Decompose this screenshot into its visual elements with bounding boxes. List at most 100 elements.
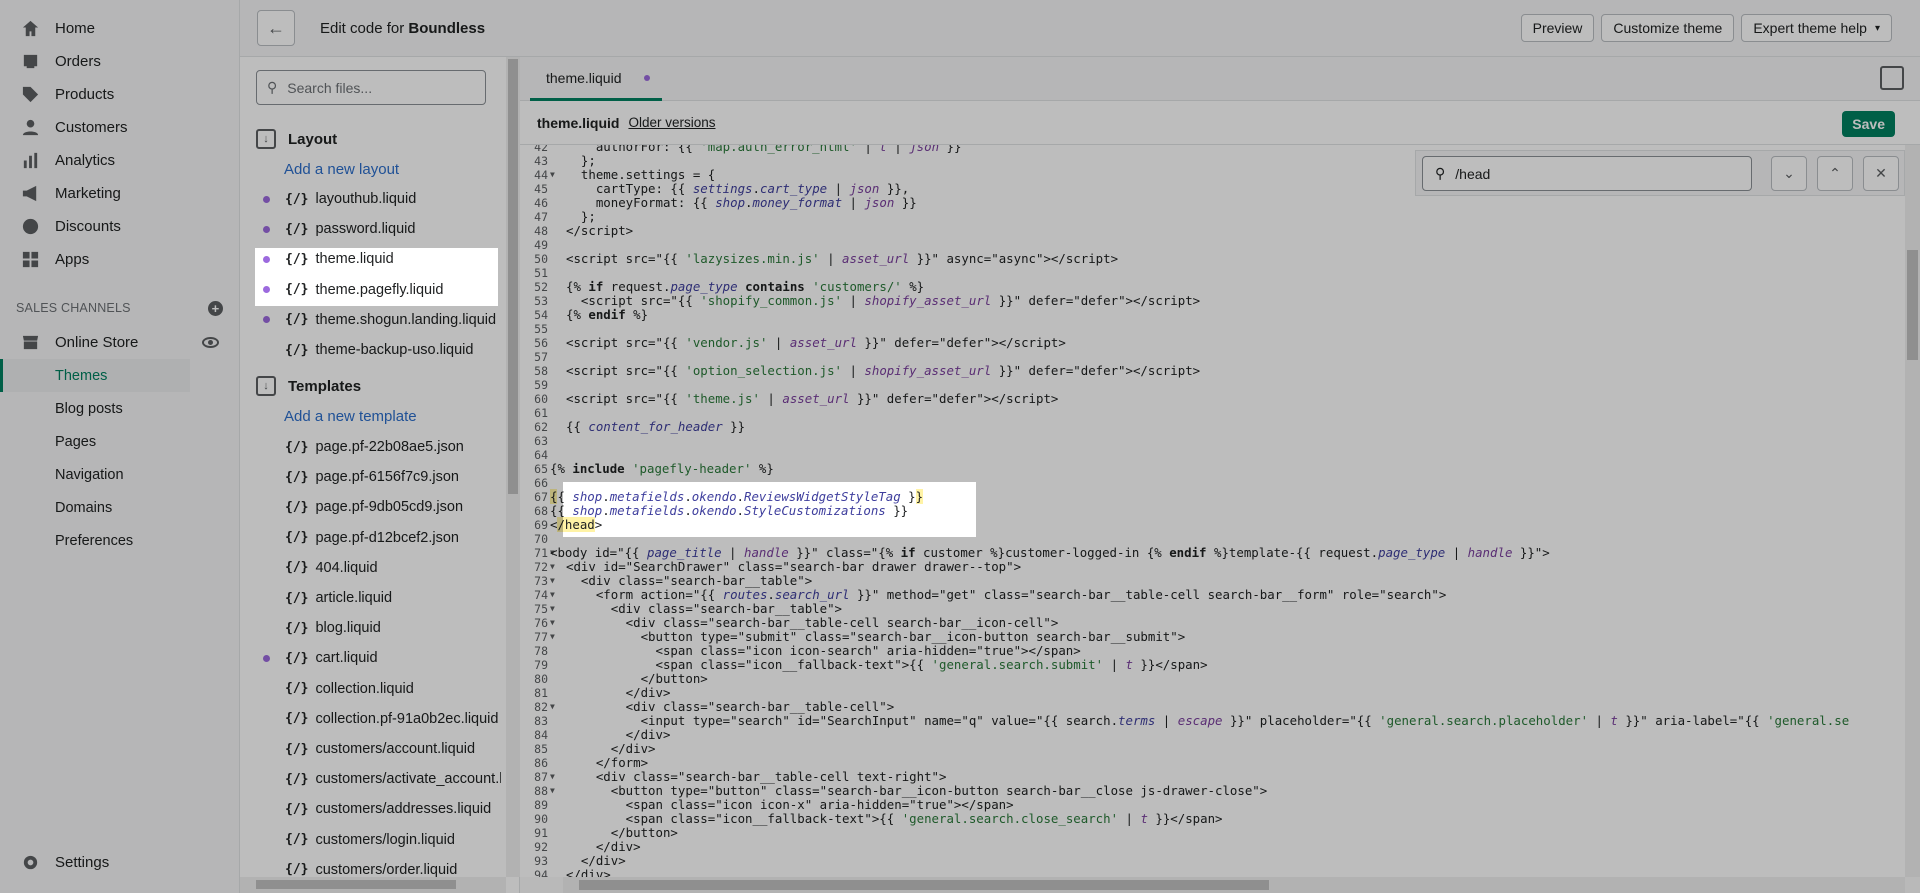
back-button[interactable]: ← bbox=[257, 10, 295, 46]
file-item[interactable]: {/} customers/addresses.liquid bbox=[256, 794, 501, 824]
nav-sub-navigation[interactable]: Navigation bbox=[0, 458, 239, 491]
fold-arrow-icon[interactable]: ▼ bbox=[550, 560, 555, 574]
file-item[interactable]: {/} customers/account.liquid bbox=[256, 734, 501, 764]
admin-sidebar: Home Orders Products Customers Analytics Mark… bbox=[0, 0, 240, 893]
fold-arrow-icon[interactable]: ▼ bbox=[550, 700, 555, 714]
store-icon bbox=[20, 333, 40, 353]
nav-sub-preferences[interactable]: Preferences bbox=[0, 524, 239, 557]
file-name: collection.liquid bbox=[315, 680, 414, 697]
nav-analytics[interactable]: Analytics bbox=[0, 144, 239, 177]
fold-arrow-icon[interactable]: ▼ bbox=[550, 574, 555, 588]
nav-sub-themes[interactable]: Themes bbox=[0, 359, 190, 392]
line-number: 44 bbox=[534, 168, 548, 182]
file-item[interactable]: {/} page.pf-6156f7c9.json bbox=[256, 462, 501, 492]
file-item[interactable]: {/} cart.liquid bbox=[256, 643, 501, 673]
line-number: 84 bbox=[534, 728, 548, 742]
nav-settings[interactable]: Settings bbox=[0, 846, 109, 879]
file-item[interactable]: {/} 404.liquid bbox=[256, 553, 501, 583]
file-tree-hscrollbar[interactable] bbox=[240, 877, 506, 893]
line-number: 89 bbox=[534, 798, 548, 812]
nav-sub-pages[interactable]: Pages bbox=[0, 425, 239, 458]
search-icon: ⚲ bbox=[1435, 165, 1446, 181]
gear-icon bbox=[20, 853, 40, 873]
eye-icon[interactable] bbox=[202, 337, 219, 348]
code-line: 75 ▼ <div class="search-bar__table"> bbox=[520, 601, 1920, 617]
code-text: <div class="search-bar__table"> bbox=[566, 601, 843, 616]
file-item[interactable]: {/} page.pf-d12bcef2.json bbox=[256, 523, 501, 553]
sales-channels-label: SALES CHANNELS bbox=[16, 301, 131, 315]
arrow-left-icon: ← bbox=[267, 17, 285, 38]
save-button[interactable]: Save bbox=[1842, 111, 1895, 137]
expert-theme-help-button[interactable]: Expert theme help ▾ bbox=[1741, 14, 1892, 42]
older-versions-link[interactable]: Older versions bbox=[628, 115, 715, 130]
search-files-input[interactable]: ⚲ Search files... bbox=[256, 70, 486, 105]
close-find-button[interactable]: ✕ bbox=[1863, 156, 1899, 191]
liquid-file-icon: {/} bbox=[285, 650, 309, 666]
code-line: 92 </div> bbox=[520, 840, 1920, 855]
file-item[interactable]: {/} blog.liquid bbox=[256, 613, 501, 643]
file-item[interactable]: {/} theme.shogun.landing.liquid bbox=[256, 305, 501, 335]
fold-arrow-icon[interactable]: ▼ bbox=[550, 770, 555, 784]
code-line: 54 {% endif %} bbox=[520, 307, 1920, 323]
nav-discounts[interactable]: Discounts bbox=[0, 210, 239, 243]
nav-orders[interactable]: Orders bbox=[0, 45, 239, 78]
add-layout-link[interactable]: Add a new layout bbox=[284, 161, 399, 178]
line-number: 71 bbox=[534, 546, 548, 560]
code-line: 80 </button> bbox=[520, 672, 1920, 687]
theme-name: Boundless bbox=[408, 19, 486, 37]
tab-theme-liquid[interactable]: theme.liquid bbox=[530, 57, 662, 101]
fold-arrow-icon[interactable]: ▼ bbox=[550, 616, 555, 630]
line-number: 67 bbox=[534, 490, 548, 504]
nav-label: Home bbox=[55, 20, 96, 37]
code-line: 81 </div> bbox=[520, 686, 1920, 701]
file-item[interactable]: {/} page.pf-22b08ae5.json bbox=[256, 432, 501, 462]
liquid-file-icon: {/} bbox=[285, 832, 309, 848]
nav-label: Marketing bbox=[55, 185, 121, 202]
code-text: {% endif %} bbox=[566, 307, 649, 322]
liquid-file-icon: {/} bbox=[285, 590, 309, 606]
customize-theme-button[interactable]: Customize theme bbox=[1601, 14, 1735, 42]
fold-arrow-icon[interactable]: ▼ bbox=[550, 588, 555, 602]
fullscreen-icon[interactable] bbox=[1880, 66, 1904, 90]
file-item[interactable]: {/} collection.pf-91a0b2ec.liquid bbox=[256, 704, 501, 734]
file-item[interactable]: {/} collection.liquid bbox=[256, 674, 501, 704]
find-previous-button[interactable]: ⌃ bbox=[1817, 156, 1853, 191]
file-item[interactable]: {/} password.liquid bbox=[256, 214, 501, 244]
fold-arrow-icon[interactable]: ▼ bbox=[550, 630, 555, 644]
liquid-file-icon: {/} bbox=[285, 681, 309, 697]
nav-label: Apps bbox=[55, 251, 90, 268]
file-item[interactable]: {/} page.pf-9db05cd9.json bbox=[256, 492, 501, 522]
code-scrollbar[interactable] bbox=[1905, 145, 1920, 877]
file-tree-scrollbar[interactable] bbox=[506, 57, 520, 877]
templates-heading[interactable]: ↓ Templates bbox=[256, 376, 361, 396]
code-hscrollbar[interactable] bbox=[563, 877, 1905, 893]
layout-heading[interactable]: ↓ Layout bbox=[256, 129, 337, 149]
nav-apps[interactable]: Apps bbox=[0, 243, 239, 276]
file-item[interactable]: {/} theme-backup-uso.liquid bbox=[256, 335, 501, 365]
code-line: 71 ▼ <body id="{{ page_title | handle }}" … bbox=[520, 546, 1920, 561]
find-input[interactable]: ⚲ /head bbox=[1422, 156, 1752, 191]
fold-arrow-icon[interactable]: ▼ bbox=[550, 784, 555, 798]
line-number: 45 bbox=[534, 182, 548, 196]
file-item[interactable]: {/} layouthub.liquid bbox=[256, 184, 501, 214]
nav-marketing[interactable]: Marketing bbox=[0, 177, 239, 210]
file-item[interactable]: {/} customers/activate_account.liquid bbox=[256, 764, 501, 794]
add-channel-icon[interactable]: + bbox=[208, 300, 223, 316]
nav-home[interactable]: Home bbox=[0, 12, 239, 45]
tag-icon bbox=[20, 85, 40, 105]
fold-arrow-icon[interactable]: ▼ bbox=[550, 168, 555, 182]
line-number: 47 bbox=[534, 210, 548, 224]
find-next-button[interactable]: ⌄ bbox=[1771, 156, 1807, 191]
fold-arrow-icon[interactable]: ▼ bbox=[550, 602, 555, 616]
file-item[interactable]: {/} customers/login.liquid bbox=[256, 825, 501, 855]
chevron-down-icon: ⌄ bbox=[1783, 165, 1795, 181]
code-line: 86 </form> bbox=[520, 756, 1920, 771]
preview-button[interactable]: Preview bbox=[1520, 14, 1595, 42]
nav-customers[interactable]: Customers bbox=[0, 111, 239, 144]
file-item[interactable]: {/} article.liquid bbox=[256, 583, 501, 613]
nav-sub-blog-posts[interactable]: Blog posts bbox=[0, 392, 239, 425]
nav-online-store[interactable]: Online Store bbox=[0, 326, 239, 359]
add-template-link[interactable]: Add a new template bbox=[284, 408, 417, 425]
nav-products[interactable]: Products bbox=[0, 78, 239, 111]
nav-sub-domains[interactable]: Domains bbox=[0, 491, 239, 524]
